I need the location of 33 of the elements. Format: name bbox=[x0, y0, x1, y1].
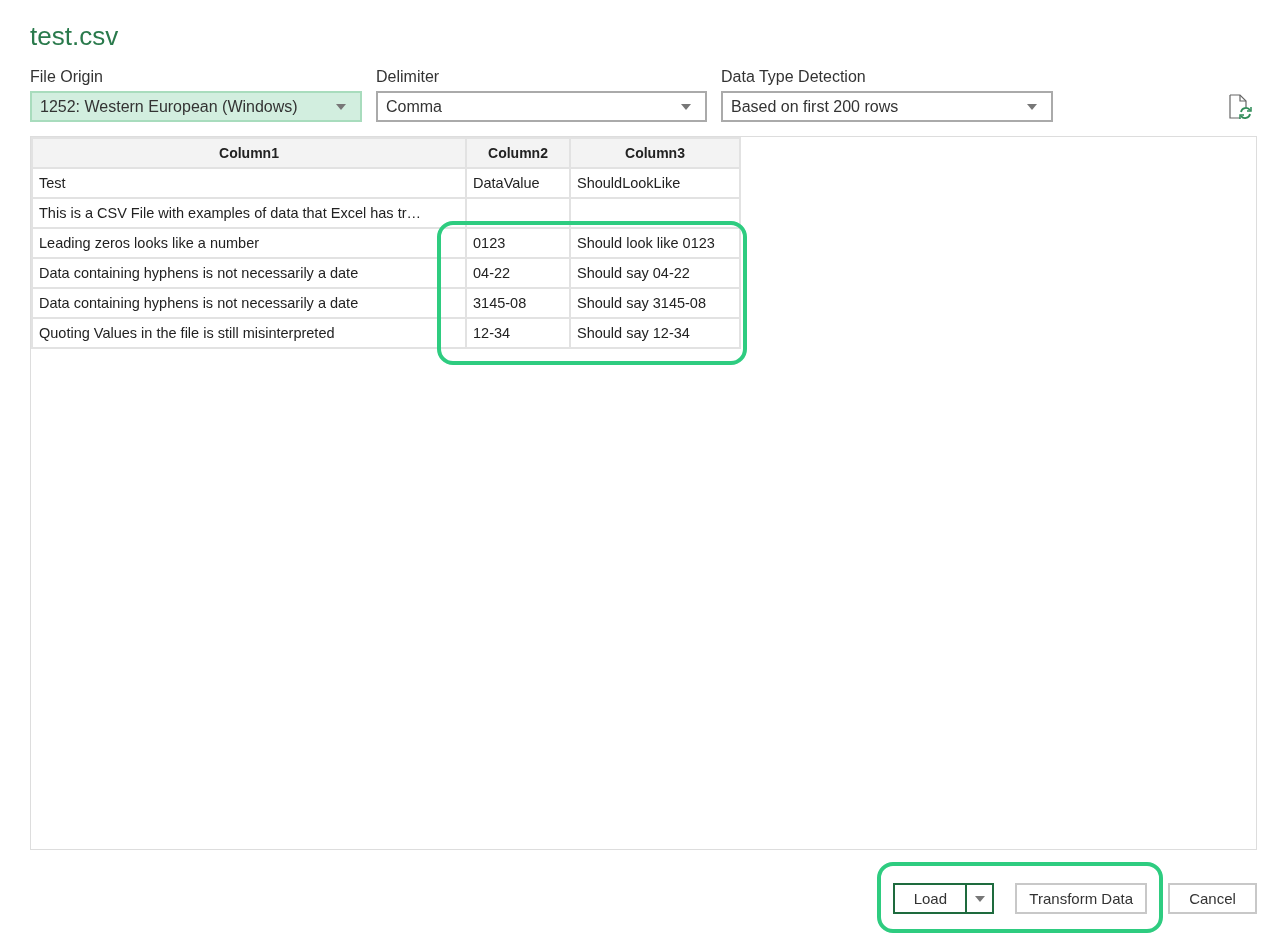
table-cell: 04-22 bbox=[466, 258, 570, 288]
table-cell: Should say 04-22 bbox=[570, 258, 740, 288]
column-header: Column2 bbox=[466, 138, 570, 168]
caret-icon bbox=[974, 895, 985, 902]
table-cell: 12-34 bbox=[466, 318, 570, 348]
table-cell: Quoting Values in the file is still misinterpreted bbox=[32, 318, 466, 348]
caret-icon bbox=[336, 103, 346, 110]
window-title: test.csv bbox=[30, 20, 120, 53]
table-cell: Data containing hyphens is not necessarily a date bbox=[32, 288, 466, 318]
transform-data-button[interactable]: Transform Data bbox=[1015, 883, 1147, 914]
table-cell: This is a CSV File with examples of data that Excel has tr… bbox=[32, 198, 466, 228]
caret-icon bbox=[1027, 103, 1037, 110]
caret-icon bbox=[681, 103, 691, 110]
table-cell: Should look like 0123 bbox=[570, 228, 740, 258]
table-cell: DataValue bbox=[466, 168, 570, 198]
table-cell: Test bbox=[32, 168, 466, 198]
column-header: Column3 bbox=[570, 138, 740, 168]
table-cell: ShouldLookLike bbox=[570, 168, 740, 198]
field-label: File Origin bbox=[30, 68, 104, 86]
column-header: Column1 bbox=[32, 138, 466, 168]
table-cell: Leading zeros looks like a number bbox=[32, 228, 466, 258]
table-cell: Should say 3145-08 bbox=[570, 288, 740, 318]
cancel-button[interactable]: Cancel bbox=[1168, 883, 1257, 914]
field-label: Data Type Detection bbox=[721, 68, 867, 86]
table-cell: 0123 bbox=[466, 228, 570, 258]
table-cell: Should say 12-34 bbox=[570, 318, 740, 348]
dropdown[interactable]: 1252: Western European (Windows) bbox=[30, 91, 362, 122]
table-cell: Data containing hyphens is not necessarily a date bbox=[32, 258, 466, 288]
table-cell: 3145-08 bbox=[466, 288, 570, 318]
dropdown[interactable]: Comma bbox=[376, 91, 707, 122]
field-label: Delimiter bbox=[376, 68, 441, 86]
dropdown[interactable]: Based on first 200 rows bbox=[721, 91, 1053, 122]
refresh-file-icon[interactable] bbox=[1229, 94, 1253, 120]
